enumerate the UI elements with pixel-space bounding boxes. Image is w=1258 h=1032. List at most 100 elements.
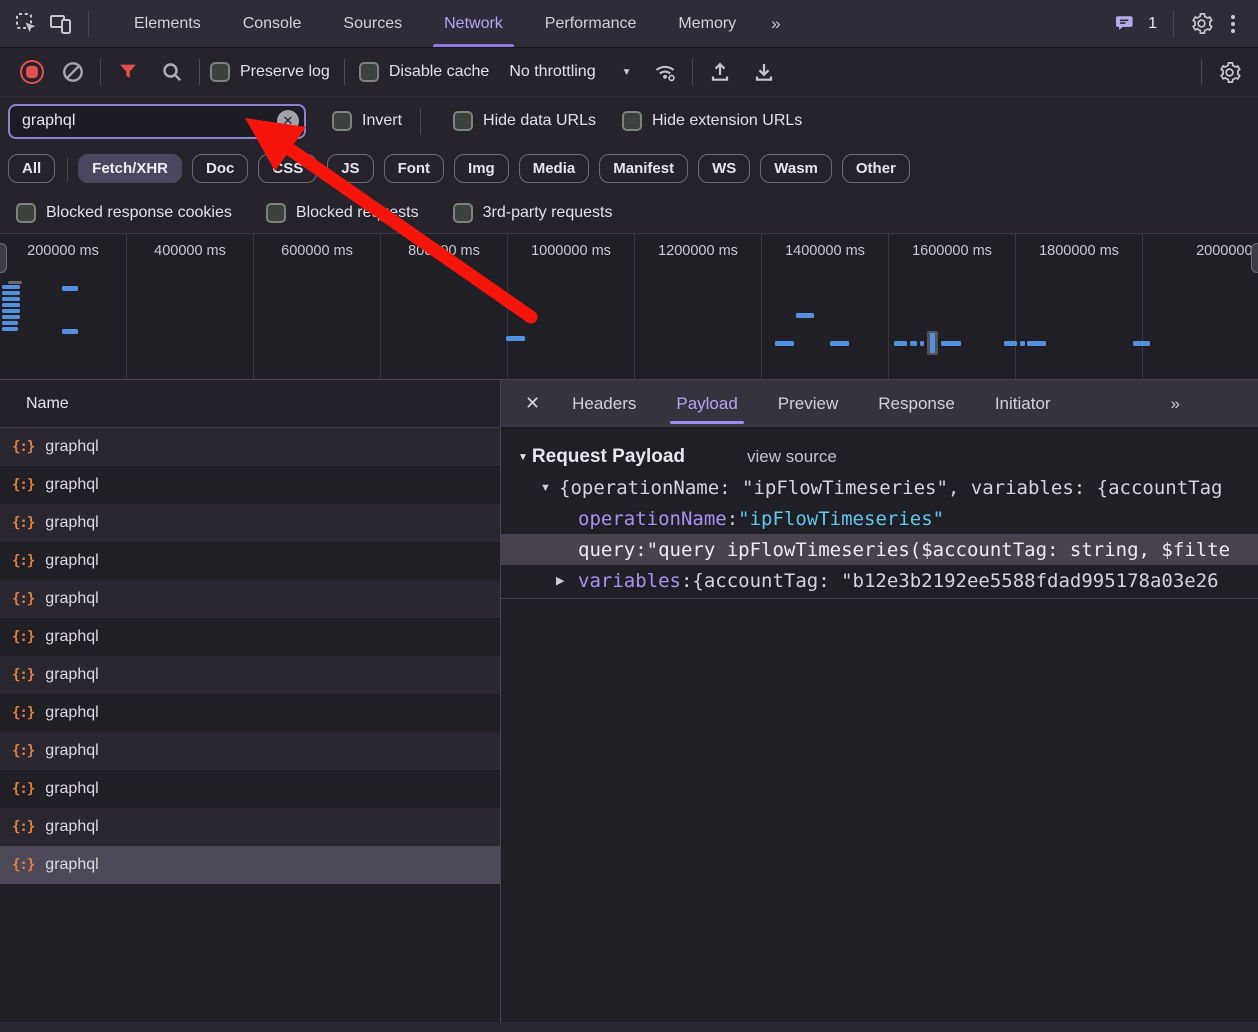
tab-memory[interactable]: Memory: [662, 0, 752, 47]
request-row[interactable]: {:}graphql: [0, 732, 500, 770]
tab-sources[interactable]: Sources: [327, 0, 418, 47]
detail-tab-response[interactable]: Response: [872, 380, 961, 427]
chip-font[interactable]: Font: [384, 154, 444, 183]
payload-divider: [501, 598, 1258, 599]
divider: [1201, 59, 1202, 85]
chip-fetch-xhr[interactable]: Fetch/XHR: [78, 154, 182, 183]
json-braces-icon: {:}: [12, 515, 34, 531]
checkbox-box[interactable]: [16, 203, 36, 223]
filter-blocked-response-cookies-checkbox[interactable]: Blocked response cookies: [16, 203, 232, 223]
checkbox-box[interactable]: [332, 111, 352, 131]
tab-console[interactable]: Console: [227, 0, 318, 47]
checkbox-box[interactable]: [359, 62, 379, 82]
network-settings-gear-icon[interactable]: [1212, 55, 1246, 89]
timeline-bar: [8, 281, 22, 284]
preserve-log-label: Preserve log: [240, 63, 330, 81]
request-payload-section[interactable]: ▼ Request Payload view source: [501, 442, 1258, 472]
checkbox-box[interactable]: [453, 203, 473, 223]
import-har-icon[interactable]: [703, 55, 737, 89]
request-name: graphql: [45, 704, 98, 722]
chip-other[interactable]: Other: [842, 154, 910, 183]
payload-root-row[interactable]: ▼ {operationName: "ipFlowTimeseries", va…: [501, 472, 1258, 503]
checkbox-box[interactable]: [622, 111, 642, 131]
request-row[interactable]: {:}graphql: [0, 542, 500, 580]
record-network-log-icon[interactable]: [20, 60, 44, 84]
detail-pane: ✕ Headers Payload Preview Response Initiator…: [501, 380, 1258, 1032]
expanded-arrow-icon[interactable]: ▼: [540, 482, 559, 494]
timeline-left-handle[interactable]: [0, 243, 7, 273]
json-braces-icon: {:}: [12, 819, 34, 835]
tab-elements[interactable]: Elements: [118, 0, 217, 47]
chip-all[interactable]: All: [8, 154, 55, 183]
checkbox-box[interactable]: [266, 203, 286, 223]
payload-variables-row[interactable]: ▶ variables: {accountTag: "b12e3b2192ee5…: [501, 565, 1258, 596]
timeline-column: 1800000 ms: [1016, 234, 1143, 379]
tab-network[interactable]: Network: [428, 0, 519, 47]
chip-ws[interactable]: WS: [698, 154, 750, 183]
request-row[interactable]: {:}graphql: [0, 504, 500, 542]
request-row[interactable]: {:}graphql: [0, 466, 500, 504]
request-row[interactable]: {:}graphql: [0, 846, 500, 884]
timeline-overview[interactable]: 200000 ms400000 ms600000 ms800000 ms1000…: [0, 234, 1258, 380]
chip-img[interactable]: Img: [454, 154, 509, 183]
timeline-tick-label: 2000000 ms: [1173, 243, 1258, 259]
request-row[interactable]: {:}graphql: [0, 656, 500, 694]
hide-extension-urls-label: Hide extension URLs: [652, 112, 802, 130]
search-icon[interactable]: [155, 55, 189, 89]
detail-tab-headers[interactable]: Headers: [566, 380, 642, 427]
request-row[interactable]: {:}graphql: [0, 770, 500, 808]
request-row[interactable]: {:}graphql: [0, 808, 500, 846]
export-har-icon[interactable]: [747, 55, 781, 89]
window-bottom-edge: [0, 1022, 1258, 1032]
settings-gear-icon[interactable]: [1184, 7, 1218, 41]
key-separator: :: [727, 508, 738, 530]
collapsed-arrow-icon[interactable]: ▶: [556, 574, 578, 587]
request-row[interactable]: {:}graphql: [0, 428, 500, 466]
chip-media[interactable]: Media: [519, 154, 590, 183]
customize-menu-icon[interactable]: [1218, 7, 1248, 41]
network-conditions-icon[interactable]: [648, 55, 682, 89]
request-row[interactable]: {:}graphql: [0, 580, 500, 618]
timeline-right-handle[interactable]: [1251, 243, 1258, 273]
timeline-tick-label: 1400000 ms: [762, 243, 888, 259]
key-separator: :: [635, 539, 646, 561]
filter-funnel-icon[interactable]: [111, 55, 145, 89]
device-toolbar-icon[interactable]: [44, 7, 78, 41]
chip-js[interactable]: JS: [327, 154, 373, 183]
more-tabs-icon[interactable]: »: [757, 14, 792, 34]
top-tabs: ElementsConsoleSourcesNetworkPerformance…: [113, 0, 757, 47]
invert-checkbox[interactable]: Invert: [332, 111, 402, 131]
hide-data-urls-checkbox[interactable]: Hide data URLs: [453, 111, 596, 131]
filter-input[interactable]: [8, 104, 306, 139]
chip-manifest[interactable]: Manifest: [599, 154, 688, 183]
hide-extension-urls-checkbox[interactable]: Hide extension URLs: [622, 111, 802, 131]
view-source-link[interactable]: view source: [747, 447, 837, 467]
disable-cache-checkbox[interactable]: Disable cache: [359, 62, 490, 82]
payload-query-row[interactable]: query: "query ipFlowTimeseries($accountT…: [501, 534, 1258, 565]
name-column-header[interactable]: Name: [0, 380, 500, 428]
timeline-column: 600000 ms: [254, 234, 381, 379]
disable-cache-label: Disable cache: [389, 63, 490, 81]
payload-operation-row[interactable]: operationName: "ipFlowTimeseries": [501, 503, 1258, 534]
detail-tab-payload[interactable]: Payload: [670, 380, 743, 427]
tab-performance[interactable]: Performance: [529, 0, 653, 47]
issues-icon[interactable]: [1108, 7, 1142, 41]
throttling-dropdown[interactable]: No throttling ▼: [509, 63, 631, 81]
checkbox-box[interactable]: [453, 111, 473, 131]
chip-doc[interactable]: Doc: [192, 154, 248, 183]
checkbox-box[interactable]: [210, 62, 230, 82]
filter-blocked-requests-checkbox[interactable]: Blocked requests: [266, 203, 419, 223]
more-detail-tabs-icon[interactable]: »: [1157, 394, 1192, 414]
filter-3rd-party-requests-checkbox[interactable]: 3rd-party requests: [453, 203, 613, 223]
request-row[interactable]: {:}graphql: [0, 618, 500, 656]
inspect-element-icon[interactable]: [10, 7, 44, 41]
request-row[interactable]: {:}graphql: [0, 694, 500, 732]
clear-filter-icon[interactable]: ✕: [277, 110, 299, 132]
close-detail-icon[interactable]: ✕: [511, 393, 552, 414]
preserve-log-checkbox[interactable]: Preserve log: [210, 62, 330, 82]
detail-tab-preview[interactable]: Preview: [772, 380, 844, 427]
detail-tab-initiator[interactable]: Initiator: [989, 380, 1057, 427]
chip-wasm[interactable]: Wasm: [760, 154, 832, 183]
clear-network-log-icon[interactable]: [56, 55, 90, 89]
chip-css[interactable]: CSS: [258, 154, 317, 183]
